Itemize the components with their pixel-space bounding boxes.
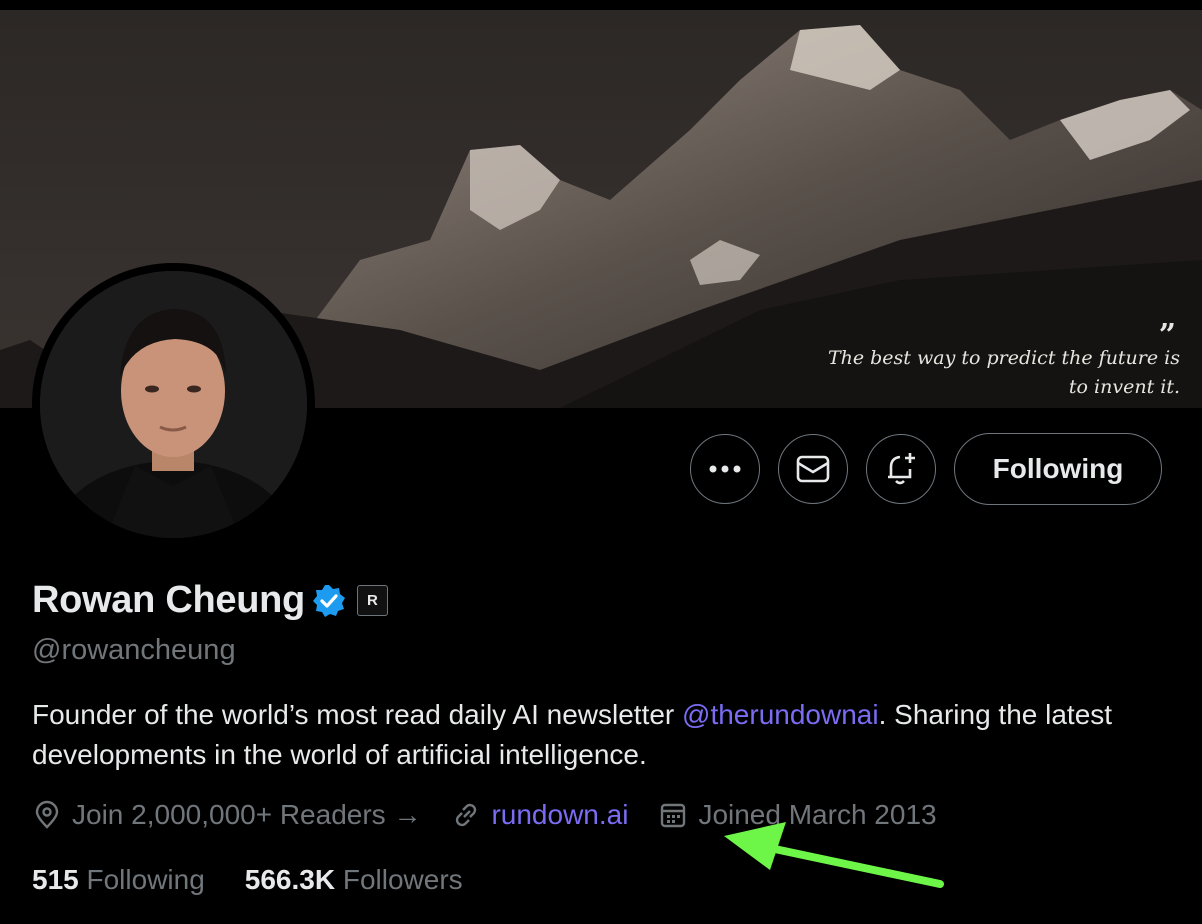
more-button[interactable] [690,434,760,504]
following-button[interactable]: Following [954,433,1162,505]
profile-stats: 515 Following 566.3K Followers [32,864,503,896]
profile-actions: Following [690,433,1162,505]
notify-button[interactable] [866,434,936,504]
following-label: Following [86,864,205,895]
avatar[interactable] [40,271,307,538]
profile-meta: Join 2,000,000+ Readers → rundown.ai Joi… [32,799,967,831]
bio-mention-link[interactable]: @therundownai [682,699,879,730]
affiliate-badge-label: R [367,592,378,609]
affiliate-badge[interactable]: R [356,585,388,616]
link-icon [456,803,477,827]
display-name: Rowan Cheung [32,579,305,621]
website-link[interactable]: rundown.ai [491,799,628,831]
followers-stat[interactable]: 566.3K Followers [245,864,463,896]
avatar-portrait-image [40,271,307,538]
location-pin-icon [35,800,59,829]
banner-quote-line-1: The best way to predict the future is [827,347,1180,369]
profile-handle: @rowancheung [32,634,236,666]
verified-badge-icon[interactable] [311,583,347,619]
profile-name-row: Rowan Cheung R [32,579,388,622]
followers-count: 566.3K [244,864,336,895]
joined-item: Joined March 2013 [658,799,937,831]
more-horizontal-icon [709,465,741,473]
message-button[interactable] [778,434,848,504]
calendar-icon [661,803,686,828]
location-text: Join 2,000,000+ Readers → [72,799,422,830]
joined-text: Joined March 2013 [698,799,937,830]
following-count: 515 [32,864,79,895]
bell-plus-icon [888,453,915,485]
profile-bio: Founder of the world’s most read daily A… [32,695,1182,775]
location-item: Join 2,000,000+ Readers → [32,799,421,831]
following-stat[interactable]: 515 Following [32,864,205,896]
website-item: rundown.ai [451,799,628,831]
banner-quote: The best way to predict the future is to… [828,344,1180,402]
followers-label: Followers [342,864,463,895]
bio-text-start: Founder of the world’s most read daily A… [32,699,683,730]
banner-quote-line-2: to invent it. [1068,376,1180,398]
envelope-icon [796,455,830,483]
